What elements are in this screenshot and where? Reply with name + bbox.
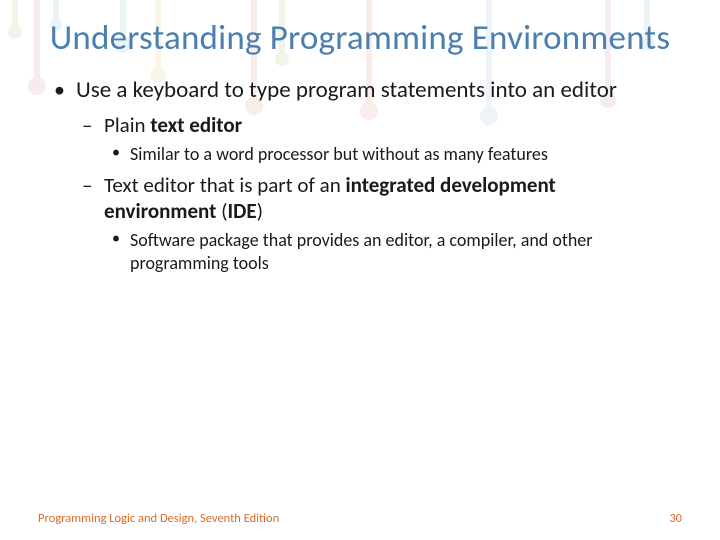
page-number: 30 — [669, 511, 682, 526]
footer-book-title: Programming Logic and Design, Seventh Ed… — [38, 511, 279, 526]
bullet-text: Similar to a word processor but without … — [130, 143, 548, 165]
bullet-text: Use a keyboard to type program statement… — [76, 76, 617, 104]
bullet-text: Plain — [104, 112, 150, 138]
bold-text: IDE — [228, 198, 257, 224]
slide-footer: Programming Logic and Design, Seventh Ed… — [0, 511, 720, 526]
slide-body: Use a keyboard to type program statement… — [48, 76, 672, 275]
bullet-level2: Plain text editor Similar to a word proc… — [76, 112, 672, 166]
slide: Understanding Programming Environments U… — [0, 0, 720, 540]
bullet-level2: Text editor that is part of an integrate… — [76, 172, 672, 276]
bullet-text: Software package that provides an editor… — [130, 229, 593, 274]
bullet-text: ) — [257, 198, 263, 224]
bold-text: text editor — [150, 112, 242, 138]
bullet-text: ( — [216, 198, 227, 224]
bullet-level3: Software package that provides an editor… — [104, 229, 672, 275]
slide-title: Understanding Programming Environments — [48, 18, 672, 58]
bullet-text: Text editor that is part of an — [104, 172, 345, 198]
bullet-level3: Similar to a word processor but without … — [104, 143, 672, 166]
bullet-level1: Use a keyboard to type program statement… — [48, 76, 672, 275]
